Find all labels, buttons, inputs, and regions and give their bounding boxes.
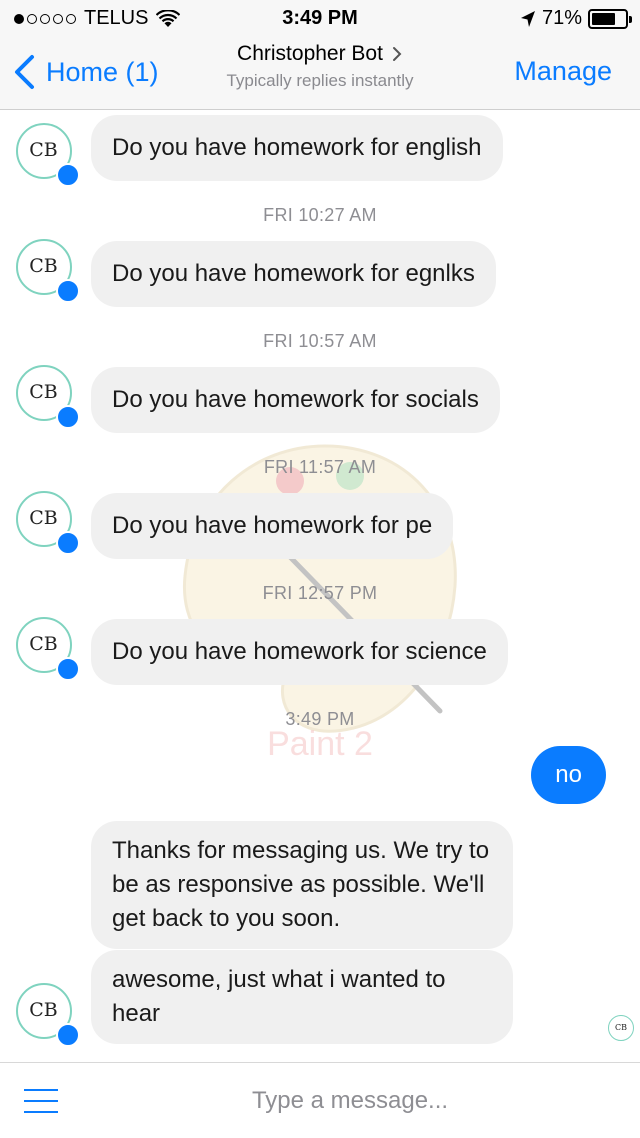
messenger-icon bbox=[56, 531, 80, 555]
navigation-bar: Home (1) Christopher Bot Typically repli… bbox=[0, 36, 640, 110]
auto-reply-message[interactable]: awesome, just what i wanted to hear bbox=[91, 950, 513, 1044]
messenger-icon bbox=[56, 657, 80, 681]
bot-avatar[interactable]: CB bbox=[16, 239, 80, 303]
bot-avatar[interactable]: CB bbox=[16, 365, 80, 429]
menu-icon[interactable] bbox=[24, 1089, 58, 1115]
back-button-label: Home (1) bbox=[46, 56, 159, 87]
bot-avatar[interactable]: CB bbox=[16, 123, 80, 187]
messenger-icon bbox=[56, 405, 80, 429]
auto-reply-message[interactable]: Thanks for messaging us. We try to be as… bbox=[91, 821, 513, 949]
message-timestamp: FRI 12:57 PM bbox=[262, 583, 378, 603]
message-composer bbox=[0, 1062, 640, 1138]
read-receipt-avatar: CB bbox=[608, 1015, 634, 1041]
messenger-icon bbox=[56, 163, 80, 187]
conversation-title[interactable]: Christopher Bot Typically replies instan… bbox=[150, 42, 490, 91]
manage-button[interactable]: Manage bbox=[514, 56, 612, 87]
bot-avatar[interactable]: CB bbox=[16, 983, 80, 1047]
chevron-left-icon bbox=[15, 55, 34, 89]
bot-avatar[interactable]: CB bbox=[16, 491, 80, 555]
incoming-message[interactable]: Do you have homework for egnlks bbox=[91, 241, 496, 307]
battery-percent: 71% bbox=[541, 7, 582, 29]
message-timestamp: FRI 11:57 AM bbox=[263, 457, 377, 477]
message-timestamp: FRI 10:57 AM bbox=[263, 331, 377, 351]
outgoing-message[interactable]: no bbox=[531, 746, 606, 804]
message-timestamp: FRI 10:27 AM bbox=[263, 205, 377, 225]
contact-name: Christopher Bot bbox=[237, 42, 383, 65]
message-input[interactable] bbox=[150, 1081, 550, 1121]
message-timestamp: 3:49 PM bbox=[285, 709, 355, 729]
location-arrow-icon bbox=[520, 10, 535, 27]
messenger-icon bbox=[56, 279, 80, 303]
bot-avatar[interactable]: CB bbox=[16, 617, 80, 681]
status-right-group: 71% bbox=[520, 7, 632, 30]
chevron-right-icon bbox=[392, 47, 402, 61]
incoming-message[interactable]: Do you have homework for pe bbox=[91, 493, 454, 559]
battery-icon bbox=[588, 8, 632, 29]
incoming-message[interactable]: Do you have homework for english bbox=[91, 115, 503, 181]
contact-subtitle: Typically replies instantly bbox=[226, 71, 414, 90]
messenger-icon bbox=[56, 1023, 80, 1047]
back-button[interactable]: Home (1) bbox=[12, 54, 159, 90]
battery-fill bbox=[592, 12, 615, 25]
message-list[interactable]: Paint 2 CB Do you have homework for engl… bbox=[0, 111, 640, 1061]
status-bar: TELUS 3:49 PM 71% bbox=[0, 0, 640, 36]
incoming-message[interactable]: Do you have homework for socials bbox=[91, 367, 500, 433]
incoming-message[interactable]: Do you have homework for science bbox=[91, 619, 508, 685]
